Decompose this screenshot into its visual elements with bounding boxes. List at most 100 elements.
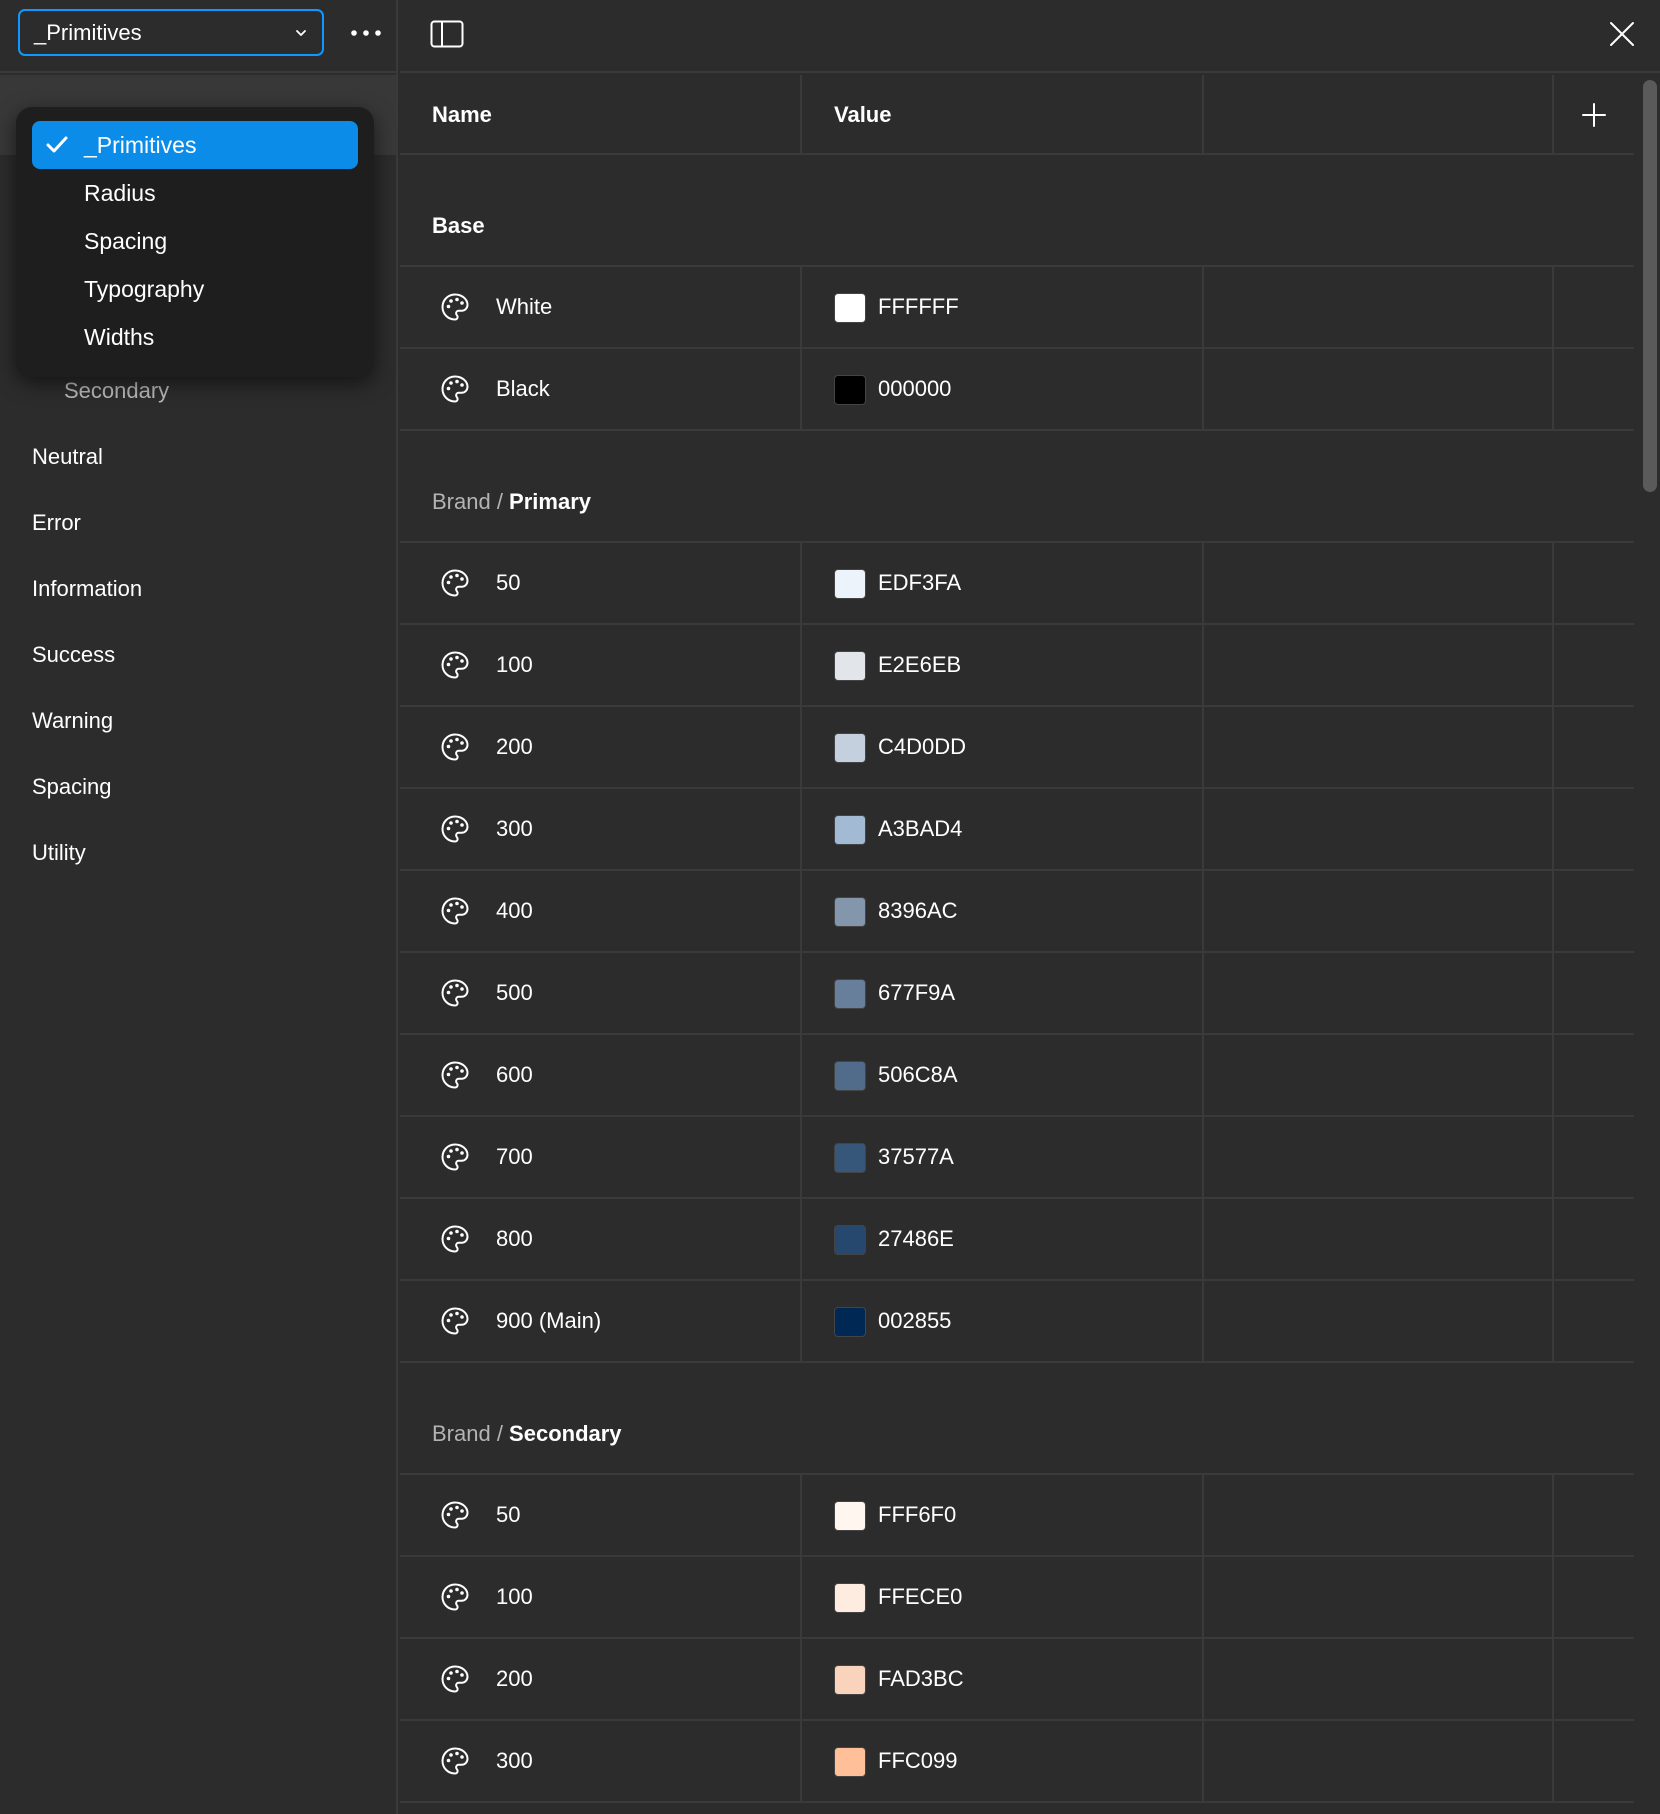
table-row[interactable]: 300 A3BAD4	[400, 789, 1634, 871]
dropdown-item-radius[interactable]: Radius	[32, 169, 358, 217]
group-title-prefix: Brand /	[432, 1421, 510, 1446]
sidebar-item-utility[interactable]: Utility	[32, 840, 86, 866]
more-options-button[interactable]	[344, 12, 388, 54]
color-swatch[interactable]	[834, 651, 866, 681]
table-row[interactable]: 200 C4D0DD	[400, 707, 1634, 789]
column-divider	[1552, 1475, 1554, 1555]
scrollbar-thumb[interactable]	[1643, 80, 1657, 492]
dropdown-item--primitives[interactable]: _Primitives	[32, 121, 358, 169]
variable-name[interactable]: 900 (Main)	[496, 1281, 601, 1361]
color-swatch[interactable]	[834, 293, 866, 323]
variable-value[interactable]: C4D0DD	[878, 707, 966, 787]
color-swatch[interactable]	[834, 1583, 866, 1613]
color-swatch[interactable]	[834, 375, 866, 405]
column-divider	[1202, 1721, 1204, 1801]
variable-value[interactable]: 37577A	[878, 1117, 954, 1197]
dropdown-item-widths[interactable]: Widths	[32, 313, 358, 361]
table-row[interactable]: 900 (Main) 002855	[400, 1281, 1634, 1363]
variable-name[interactable]: 300	[496, 1721, 533, 1801]
column-divider	[800, 1639, 802, 1719]
table-row[interactable]: Black 000000	[400, 349, 1634, 431]
column-divider	[1552, 625, 1554, 705]
variable-value[interactable]: 506C8A	[878, 1035, 958, 1115]
sidebar-item-success[interactable]: Success	[32, 642, 115, 668]
variable-value[interactable]: FFF6F0	[878, 1475, 956, 1555]
table-row[interactable]: 50 EDF3FA	[400, 543, 1634, 625]
table-row[interactable]: 300 FFC099	[400, 1721, 1634, 1803]
table-row[interactable]: White FFFFFF	[400, 267, 1634, 349]
variable-value[interactable]: 677F9A	[878, 953, 955, 1033]
dropdown-item-typography[interactable]: Typography	[32, 265, 358, 313]
variable-name[interactable]: 600	[496, 1035, 533, 1115]
variable-name[interactable]: 100	[496, 625, 533, 705]
variable-name[interactable]: 200	[496, 707, 533, 787]
table-row[interactable]: 500 677F9A	[400, 953, 1634, 1035]
add-icon[interactable]	[1580, 101, 1608, 129]
variable-value[interactable]: A3BAD4	[878, 789, 962, 869]
color-swatch[interactable]	[834, 1747, 866, 1777]
sidebar-item-warning[interactable]: Warning	[32, 708, 113, 734]
variable-name[interactable]: 500	[496, 953, 533, 1033]
column-divider	[1202, 871, 1204, 951]
color-swatch[interactable]	[834, 897, 866, 927]
variable-name[interactable]: 50	[496, 1475, 520, 1555]
color-swatch[interactable]	[834, 1061, 866, 1091]
variable-name[interactable]: Black	[496, 349, 550, 429]
variable-name[interactable]: 700	[496, 1117, 533, 1197]
column-divider	[1552, 1199, 1554, 1279]
variable-name[interactable]: 800	[496, 1199, 533, 1279]
variable-value[interactable]: EDF3FA	[878, 543, 961, 623]
sidebar-item-error[interactable]: Error	[32, 510, 81, 536]
collection-select[interactable]: _Primitives	[18, 9, 324, 56]
table-row[interactable]: 200 FAD3BC	[400, 1639, 1634, 1721]
sidebar-item-spacing[interactable]: Spacing	[32, 774, 112, 800]
main-toolbar	[400, 0, 1660, 73]
color-swatch[interactable]	[834, 1501, 866, 1531]
column-divider	[1552, 543, 1554, 623]
variable-value[interactable]: 8396AC	[878, 871, 958, 951]
column-divider	[1202, 707, 1204, 787]
more-horizontal-icon	[351, 30, 381, 36]
variable-value[interactable]: 27486E	[878, 1199, 954, 1279]
variable-name[interactable]: 200	[496, 1639, 533, 1719]
variable-name[interactable]: 100	[496, 1557, 533, 1637]
table-row[interactable]: 50 FFF6F0	[400, 1475, 1634, 1557]
sidebar-toggle-icon[interactable]	[430, 20, 464, 48]
color-swatch[interactable]	[834, 569, 866, 599]
table-row[interactable]: 100 E2E6EB	[400, 625, 1634, 707]
variable-value[interactable]: FAD3BC	[878, 1639, 964, 1719]
column-divider	[1552, 1035, 1554, 1115]
variable-value[interactable]: 000000	[878, 349, 951, 429]
variable-name[interactable]: 400	[496, 871, 533, 951]
color-swatch[interactable]	[834, 815, 866, 845]
variable-value[interactable]: 002855	[878, 1281, 951, 1361]
column-divider	[1202, 953, 1204, 1033]
variable-name[interactable]: White	[496, 267, 552, 347]
color-swatch[interactable]	[834, 1665, 866, 1695]
table-row[interactable]: 700 37577A	[400, 1117, 1634, 1199]
sidebar-item-information[interactable]: Information	[32, 576, 142, 602]
variable-value[interactable]: FFC099	[878, 1721, 957, 1801]
color-swatch[interactable]	[834, 1225, 866, 1255]
column-divider	[1202, 1199, 1204, 1279]
table-row[interactable]: 600 506C8A	[400, 1035, 1634, 1117]
color-swatch[interactable]	[834, 733, 866, 763]
dropdown-item-spacing[interactable]: Spacing	[32, 217, 358, 265]
variable-value[interactable]: FFECE0	[878, 1557, 962, 1637]
variable-name[interactable]: 300	[496, 789, 533, 869]
color-swatch[interactable]	[834, 1143, 866, 1173]
table-row[interactable]: 400 8396AC	[400, 871, 1634, 953]
variable-name[interactable]: 50	[496, 543, 520, 623]
column-header-name: Name	[432, 102, 492, 127]
color-swatch[interactable]	[834, 979, 866, 1009]
table-row[interactable]: 100 FFECE0	[400, 1557, 1634, 1639]
color-swatch[interactable]	[834, 1307, 866, 1337]
close-icon[interactable]	[1608, 20, 1636, 48]
sidebar-item-secondary[interactable]: Secondary	[64, 378, 169, 404]
sidebar-item-neutral[interactable]: Neutral	[32, 444, 103, 470]
variable-value[interactable]: FFFFFF	[878, 267, 959, 347]
column-divider	[800, 267, 802, 347]
column-divider	[800, 953, 802, 1033]
variable-value[interactable]: E2E6EB	[878, 625, 961, 705]
table-row[interactable]: 800 27486E	[400, 1199, 1634, 1281]
